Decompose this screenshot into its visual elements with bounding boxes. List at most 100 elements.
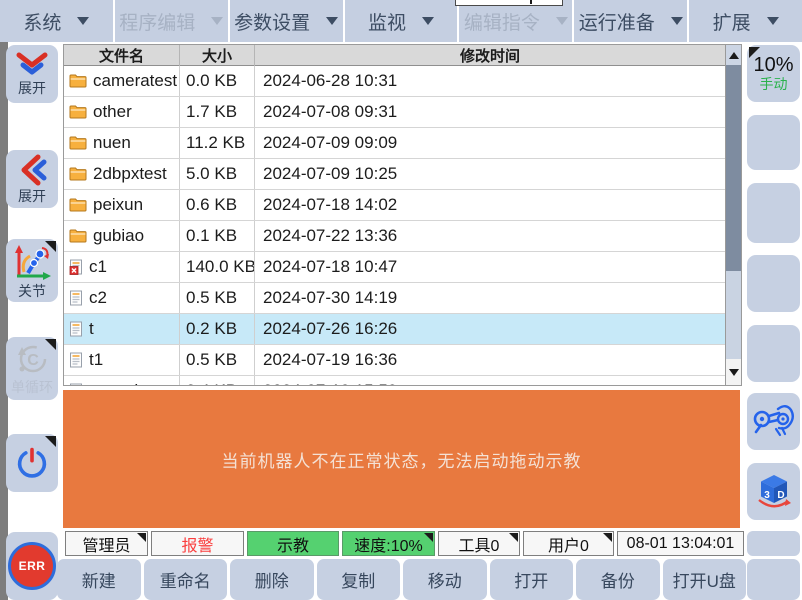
corner-triangle-icon: [137, 533, 146, 542]
table-row[interactable]: nuen 11.2 KB 2024-07-09 09:09: [64, 128, 725, 159]
expand-down-button[interactable]: 展开: [6, 45, 58, 103]
right-panel-button-blank-5[interactable]: [747, 531, 800, 556]
chevron-down-icon: [422, 17, 434, 25]
folder-icon: [69, 105, 87, 119]
view-3d-button[interactable]: 3 D: [747, 463, 800, 520]
table-row[interactable]: c2 0.5 KB 2024-07-30 14:19: [64, 283, 725, 314]
power-button[interactable]: [6, 434, 58, 492]
left-gray-strip: [0, 42, 8, 600]
folder-icon: [69, 229, 87, 243]
corner-triangle-icon: [509, 533, 518, 542]
file-size: 5.0 KB: [180, 159, 255, 189]
scrollbar-track[interactable]: [726, 271, 741, 359]
speed-mode-button[interactable]: 10% 手动: [747, 45, 800, 102]
table-row-selected[interactable]: t 0.2 KB 2024-07-26 16:26: [64, 314, 725, 345]
right-panel-button-blank-2[interactable]: [747, 183, 800, 243]
joint-mode-label: 关节: [18, 283, 46, 299]
err-badge-icon: ERR: [8, 542, 56, 590]
drag-teach-button[interactable]: [747, 393, 800, 450]
file-size: 0.5 KB: [180, 283, 255, 313]
menu-item-label: 程序编辑: [119, 8, 195, 35]
status-role-label: 管理员: [82, 532, 130, 556]
menu-item-monitor[interactable]: 监视: [345, 0, 460, 42]
folder-icon: [69, 74, 87, 88]
table-row[interactable]: c1 140.0 KB 2024-07-18 10:47: [64, 252, 725, 283]
status-speed[interactable]: 速度:10%: [342, 531, 435, 556]
corner-triangle-icon: [45, 436, 56, 447]
right-panel-button-blank-6[interactable]: [747, 559, 800, 600]
corner-triangle-icon: [45, 339, 56, 350]
document-icon: [69, 352, 83, 368]
file-name: 2dbpxtest: [93, 164, 167, 184]
alert-message-box: 当前机器人不在正常状态，无法启动拖动示教: [63, 390, 740, 528]
document-icon: [69, 321, 83, 337]
document-icon: [69, 383, 83, 386]
file-size: 0.2 KB: [180, 314, 255, 344]
svg-text:C: C: [27, 352, 39, 369]
file-size: 0.0 KB: [180, 66, 255, 96]
scroll-up-button[interactable]: [726, 45, 741, 65]
status-tool[interactable]: 工具0: [438, 531, 520, 556]
joint-mode-button[interactable]: 关节: [6, 239, 58, 302]
file-mtime: 2024-07-26 16:26: [255, 314, 725, 344]
svg-text:D: D: [777, 490, 784, 501]
table-row[interactable]: 2dbpxtest 5.0 KB 2024-07-09 10:25: [64, 159, 725, 190]
file-mtime: 2024-07-09 10:25: [255, 159, 725, 189]
file-size: 0.5 KB: [180, 345, 255, 375]
table-row[interactable]: cameratest 0.0 KB 2024-06-28 10:31: [64, 66, 725, 97]
table-row[interactable]: gubiao 0.1 KB 2024-07-22 13:36: [64, 221, 725, 252]
document-icon: [69, 290, 83, 306]
status-user[interactable]: 用户0: [523, 531, 614, 556]
file-size: 0.6 KB: [180, 190, 255, 220]
status-teach-label: 示教: [277, 532, 309, 556]
chevron-down-icon: [211, 17, 223, 25]
column-header-size: 大小: [180, 45, 255, 66]
alert-message-text: 当前机器人不在正常状态，无法启动拖动示教: [222, 447, 582, 472]
chevron-down-icon: [556, 17, 568, 25]
err-label: ERR: [19, 559, 46, 573]
menu-item-edit-commands[interactable]: 编辑指令: [459, 0, 574, 42]
table-row[interactable]: test_chao 2.4 KB 2024-07-19 15:59: [64, 376, 725, 386]
open-button[interactable]: 打开: [490, 559, 574, 600]
backup-button[interactable]: 备份: [576, 559, 660, 600]
folder-icon: [69, 198, 87, 212]
open-usb-button[interactable]: 打开U盘: [663, 559, 747, 600]
file-name: t1: [89, 350, 103, 370]
error-button[interactable]: ERR: [6, 532, 58, 600]
status-alarm-label: 报警: [181, 532, 213, 556]
move-button[interactable]: 移动: [403, 559, 487, 600]
table-row[interactable]: t1 0.5 KB 2024-07-19 16:36: [64, 345, 725, 376]
arrow-up-icon: [729, 52, 739, 59]
file-mtime: 2024-07-18 14:02: [255, 190, 725, 220]
table-row[interactable]: peixun 0.6 KB 2024-07-18 14:02: [64, 190, 725, 221]
menu-item-label: 系统: [23, 8, 61, 35]
expand-left-button[interactable]: 展开: [6, 150, 58, 208]
table-row[interactable]: other 1.7 KB 2024-07-08 09:31: [64, 97, 725, 128]
backup-button-label: 备份: [601, 567, 635, 592]
copy-button[interactable]: 复制: [317, 559, 401, 600]
right-panel-button-blank-4[interactable]: [747, 325, 800, 382]
menubar: 系统 程序编辑 参数设置 监视 编辑指令 运行准备 扩展: [0, 0, 802, 42]
open-button-label: 打开: [514, 567, 548, 592]
action-button-bar: 新建 重命名 删除 复制 移动 打开 备份 打开U盘: [57, 559, 746, 600]
new-button[interactable]: 新建: [57, 559, 141, 600]
scrollbar-thumb[interactable]: [726, 65, 741, 271]
single-cycle-button[interactable]: C 单循环: [6, 337, 58, 400]
scroll-down-button[interactable]: [726, 359, 741, 385]
menu-item-extension[interactable]: 扩展: [689, 0, 802, 42]
file-mtime: 2024-06-28 10:31: [255, 66, 725, 96]
copy-button-label: 复制: [341, 567, 375, 592]
delete-button[interactable]: 删除: [230, 559, 314, 600]
popup-tick: [530, 0, 532, 4]
file-mtime: 2024-07-19 15:59: [255, 376, 725, 386]
status-role[interactable]: 管理员: [65, 531, 148, 556]
menu-item-parameter-settings[interactable]: 参数设置: [230, 0, 345, 42]
menu-item-label: 扩展: [713, 8, 751, 35]
menu-item-run-preparation[interactable]: 运行准备: [574, 0, 689, 42]
rename-button[interactable]: 重命名: [144, 559, 228, 600]
right-panel-button-blank-3[interactable]: [747, 255, 800, 312]
right-panel-button-blank-1[interactable]: [747, 115, 800, 170]
expand-left-label: 展开: [18, 188, 46, 204]
menu-item-system[interactable]: 系统: [0, 0, 115, 42]
menu-item-program-edit[interactable]: 程序编辑: [115, 0, 230, 42]
